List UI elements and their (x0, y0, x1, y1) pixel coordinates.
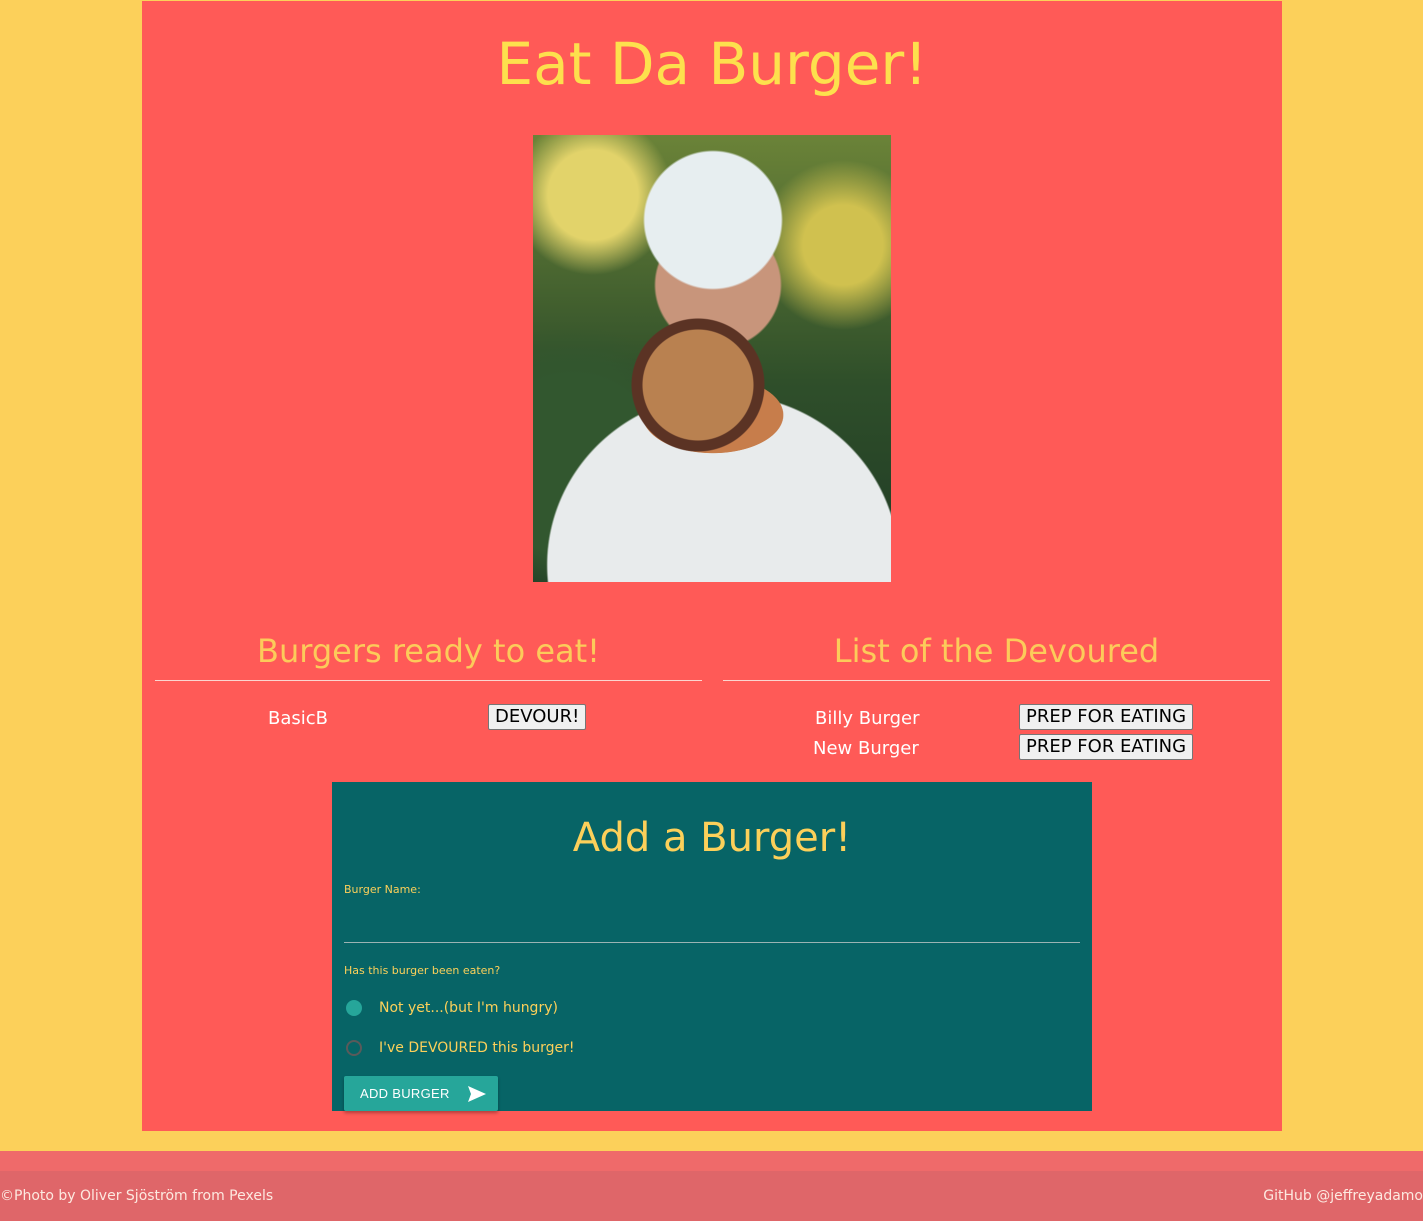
ready-heading: Burgers ready to eat! (257, 632, 600, 670)
devoured-divider (723, 680, 1270, 681)
main-panel: Eat Da Burger! Burgers ready to eat! Lis… (142, 1, 1282, 1131)
ready-divider (155, 680, 702, 681)
radio-unselected-icon[interactable] (346, 1040, 362, 1056)
add-burger-label: ADD BURGER (360, 1086, 450, 1101)
send-icon (467, 1085, 486, 1102)
radio-not-yet-label: Not yet...(but I'm hungry) (379, 1000, 558, 1016)
add-burger-button[interactable]: ADD BURGER (344, 1076, 498, 1111)
devoured-item-name: Billy Burger (815, 708, 920, 729)
add-burger-form: Add a Burger! Burger Name: Has this burg… (332, 782, 1092, 1111)
footer-top-strip (0, 1151, 1423, 1171)
devoured-heading: List of the Devoured (833, 632, 1160, 670)
radio-not-yet[interactable]: Not yet...(but I'm hungry) (346, 997, 558, 1019)
prep-for-eating-button[interactable]: PREP FOR EATING (1019, 704, 1194, 730)
ready-item-name: BasicB (268, 708, 329, 729)
github-link[interactable]: GitHub @jeffreyadamo (1263, 1187, 1423, 1205)
radio-devoured[interactable]: I've DEVOURED this burger! (346, 1037, 575, 1059)
photo-credit: ©Photo by Oliver Sjöström from Pexels (0, 1188, 274, 1204)
eaten-question-label: Has this burger been eaten? (344, 964, 501, 977)
devour-button[interactable]: DEVOUR! (488, 704, 587, 730)
burger-photo (533, 135, 891, 582)
burger-name-input[interactable] (344, 913, 1080, 943)
form-title: Add a Burger! (572, 815, 852, 861)
devoured-item-name: New Burger (813, 738, 919, 759)
burger-name-label: Burger Name: (344, 883, 421, 896)
page-footer: ©Photo by Oliver Sjöström from Pexels Gi… (0, 1171, 1423, 1221)
radio-devoured-label: I've DEVOURED this burger! (379, 1040, 575, 1056)
prep-for-eating-button[interactable]: PREP FOR EATING (1019, 734, 1194, 760)
radio-selected-icon[interactable] (346, 1000, 362, 1016)
page-title: Eat Da Burger! (496, 30, 928, 98)
